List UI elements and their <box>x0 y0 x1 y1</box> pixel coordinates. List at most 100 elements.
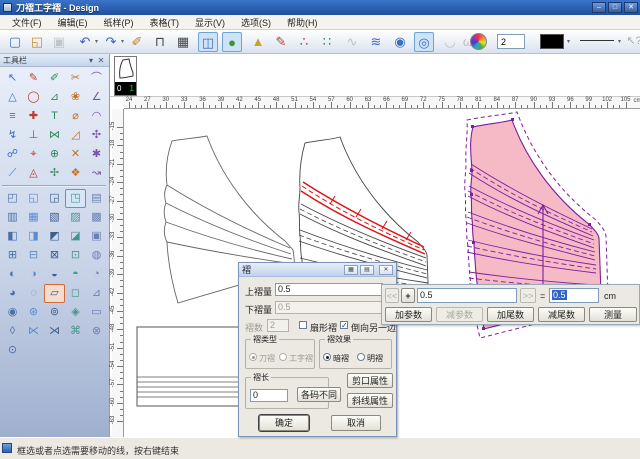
tool-icon-b-39[interactable]: ⊗ <box>86 322 107 341</box>
tool-icon-b-20[interactable]: ◐ <box>2 265 23 284</box>
tool-icon-a-21[interactable]: ⌖ <box>23 145 44 164</box>
undo-icon-dropdown[interactable]: ▾ <box>95 38 98 45</box>
tool-icon-a-19[interactable]: ✣ <box>86 126 107 145</box>
curve-icon[interactable]: ∿ <box>342 32 362 52</box>
maximize-button[interactable]: □ <box>608 2 622 13</box>
tool-icon-b-27[interactable]: ▱ <box>44 284 65 303</box>
pattern-list-item[interactable]: 0 1 <box>114 56 137 96</box>
tool-icon-a-5[interactable]: △ <box>2 88 23 107</box>
tool-icon-b-26[interactable]: ◌ <box>23 284 44 303</box>
redo-icon-dropdown[interactable]: ▾ <box>121 38 124 45</box>
fan-pleat-checkbox[interactable] <box>299 321 307 329</box>
wave-icon[interactable]: ω <box>458 32 478 52</box>
add-decimal-button[interactable]: 加尾数 <box>487 307 534 322</box>
menu-item-4[interactable]: 显示(V) <box>187 15 233 30</box>
tool-icon-a-3[interactable]: ✂ <box>65 69 86 88</box>
tool-icon-b-15[interactable]: ⊞ <box>2 246 23 265</box>
tool-icon-b-4[interactable]: ▤ <box>86 189 107 208</box>
tool-icon-b-31[interactable]: ⊛ <box>23 303 44 322</box>
tool-icon-b-38[interactable]: ⌘ <box>65 322 86 341</box>
tool-icon-b-28[interactable]: ◻ <box>65 284 86 303</box>
pen-width-input[interactable] <box>497 34 525 49</box>
expression-input[interactable]: 0.5 <box>417 288 517 303</box>
tool-icon-b-32[interactable]: ⊚ <box>44 303 65 322</box>
tool-icon-a-26[interactable]: ◬ <box>23 164 44 183</box>
dialog-calculator-icon[interactable]: ▦ <box>344 265 358 275</box>
tool-icon-b-14[interactable]: ▣ <box>86 227 107 246</box>
erase-icon[interactable]: ✐ <box>127 32 147 52</box>
tool-icon-a-23[interactable]: ✕ <box>65 145 86 164</box>
concave-icon[interactable]: ◡ <box>440 32 460 52</box>
open-file-icon[interactable]: ◱ <box>27 32 47 52</box>
tool-icon-b-7[interactable]: ▧ <box>44 208 65 227</box>
tool-icon-b-6[interactable]: ▦ <box>23 208 44 227</box>
brush-icon[interactable]: ✎ <box>271 32 291 52</box>
tool-icon-b-21[interactable]: ◑ <box>23 265 44 284</box>
new-doc-icon[interactable]: ▢ <box>5 32 25 52</box>
cancel-button[interactable]: 取消 <box>331 415 381 431</box>
tool-icon-a-10[interactable]: ≡ <box>2 107 23 126</box>
tool-icon-a-9[interactable]: ∠ <box>86 88 107 107</box>
slash-props-button[interactable]: 斜线属性 <box>347 393 393 408</box>
close-button[interactable]: ✕ <box>624 2 638 13</box>
tool-icon-b-19[interactable]: ◍ <box>86 246 107 265</box>
tool-icon-a-16[interactable]: ⊥ <box>23 126 44 145</box>
tool-icon-b-35[interactable]: ◊ <box>2 322 23 341</box>
tool-icon-a-15[interactable]: ↯ <box>2 126 23 145</box>
pin-icon[interactable]: ▾ <box>86 56 96 65</box>
tool-icon-a-4[interactable]: ⌒ <box>86 69 107 88</box>
hidden-pleat-radio[interactable] <box>323 353 331 361</box>
tool-icon-b-36[interactable]: ⋉ <box>23 322 44 341</box>
flip-side-checkbox[interactable]: ✓ <box>340 321 348 329</box>
tool-icon-a-12[interactable]: Τ <box>44 107 65 126</box>
color-dots-icon[interactable]: ∷ <box>317 32 337 52</box>
context-help-icon[interactable]: ↖? <box>624 32 640 52</box>
measure-button[interactable]: 测量 <box>589 307 637 322</box>
menu-item-0[interactable]: 文件(F) <box>4 15 50 30</box>
per-size-button[interactable]: 各码不同 <box>297 387 341 402</box>
line-dropdown-icon[interactable]: ▾ <box>618 38 621 45</box>
undo-icon[interactable]: ↶ <box>75 32 95 52</box>
redo-icon[interactable]: ↷ <box>101 32 121 52</box>
tool-icon-a-28[interactable]: ❖ <box>65 164 86 183</box>
tool-icon-a-20[interactable]: ☍ <box>2 145 23 164</box>
tool-icon-b-37[interactable]: ⋊ <box>44 322 65 341</box>
tool-icon-a-8[interactable]: ❀ <box>65 88 86 107</box>
pen-color-swatch[interactable] <box>540 34 564 49</box>
minimize-button[interactable]: – <box>592 2 606 13</box>
tool-icon-b-16[interactable]: ⊟ <box>23 246 44 265</box>
tool-icon-a-7[interactable]: ⊿ <box>44 88 65 107</box>
menu-item-6[interactable]: 帮助(H) <box>279 15 326 30</box>
tool-icon-b-12[interactable]: ◩ <box>44 227 65 246</box>
tool-icon-b-2[interactable]: ◲ <box>44 189 65 208</box>
tool-icon-b-34[interactable]: ▭ <box>86 303 107 322</box>
show-one-piece-icon[interactable]: ◎ <box>414 32 434 52</box>
tool-icon-a-11[interactable]: ✚ <box>23 107 44 126</box>
tool-icon-a-6[interactable]: ◯ <box>23 88 44 107</box>
stitch-icon[interactable]: ≋ <box>366 32 386 52</box>
line-style-selector[interactable] <box>580 40 614 41</box>
plaid-icon[interactable]: ▦ <box>173 32 193 52</box>
add-param-button[interactable]: 加参数 <box>385 307 432 322</box>
palette-close-icon[interactable]: ✕ <box>96 56 106 65</box>
tool-icon-a-27[interactable]: ✢ <box>44 164 65 183</box>
tool-icon-b-0[interactable]: ◰ <box>2 189 23 208</box>
tool-icon-b-18[interactable]: ⊡ <box>65 246 86 265</box>
tool-icon-b-17[interactable]: ⊠ <box>44 246 65 265</box>
tool-icon-a-14[interactable]: ◠ <box>86 107 107 126</box>
tool-icon-b-22[interactable]: ◒ <box>44 265 65 284</box>
tool-icon-a-22[interactable]: ⊕ <box>44 145 65 164</box>
tool-icon-b-1[interactable]: ◱ <box>23 189 44 208</box>
tool-icon-b-25[interactable]: ◕ <box>2 284 23 303</box>
joint-icon[interactable]: ◉ <box>390 32 410 52</box>
three-d-icon[interactable]: ▲ <box>248 32 268 52</box>
dialog-title-bar[interactable]: 褶 ▦ ▤ ✕ <box>239 263 396 277</box>
tool-icon-a-1[interactable]: ✎ <box>23 69 44 88</box>
tool-icon-b-8[interactable]: ▨ <box>65 208 86 227</box>
visible-pleat-radio[interactable] <box>357 353 365 361</box>
table-icon[interactable]: ⊓ <box>150 32 170 52</box>
tool-icon-b-13[interactable]: ◪ <box>65 227 86 246</box>
tool-icon-a-29[interactable]: ↝ <box>86 164 107 183</box>
tool-icon-b-23[interactable]: ◓ <box>65 265 86 284</box>
menu-item-1[interactable]: 编辑(E) <box>50 15 96 30</box>
